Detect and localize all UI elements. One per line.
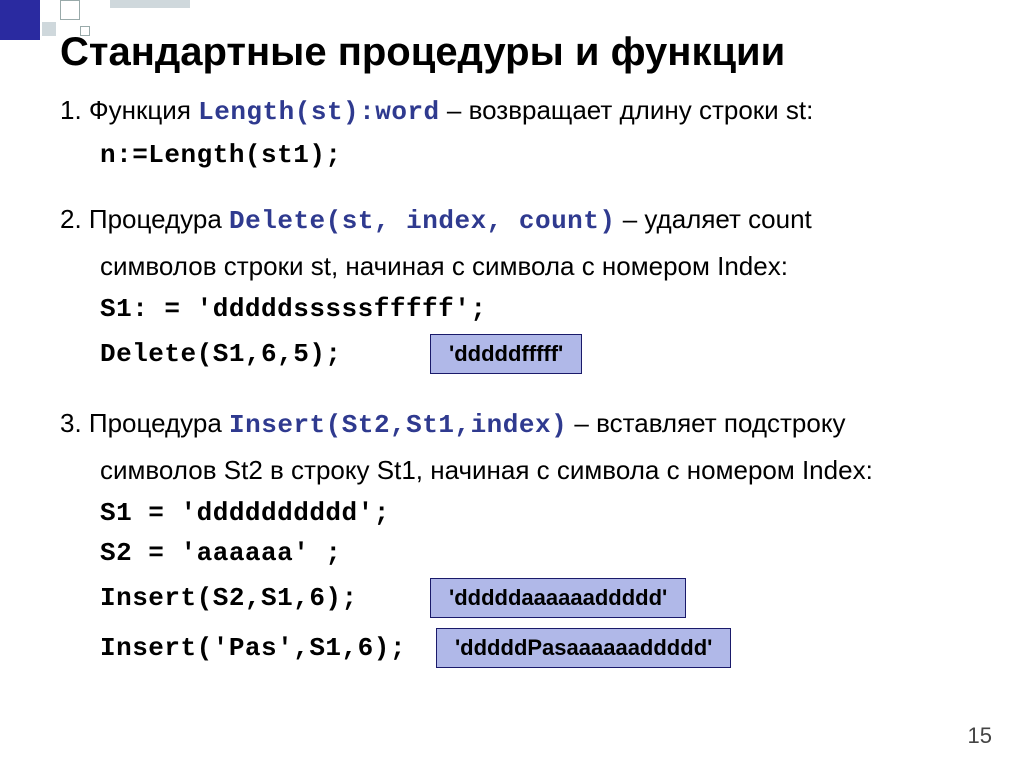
slide-content: Стандартные процедуры и функции 1. Функц…: [60, 30, 984, 737]
item-2-line2: символов строки st, начиная с символа с …: [100, 249, 984, 284]
item-3-result-box-1: 'dddddaaaaaaddddd': [430, 578, 686, 618]
item-1-prefix: 1. Функция: [60, 95, 198, 125]
item-3-code: Insert(St2,St1,index): [229, 410, 567, 440]
item-3-result-box-2: 'dddddPasaaaaaaddddd': [436, 628, 731, 668]
item-3-text: 3. Процедура Insert(St2,St1,index) – вст…: [60, 406, 984, 443]
item-3-example-4: Insert('Pas',S1,6);: [100, 633, 406, 663]
item-2-example-2: Delete(S1,6,5);: [100, 339, 400, 369]
item-1-suffix: – возвращает длину строки st:: [440, 95, 814, 125]
item-1-text: 1. Функция Length(st):word – возвращает …: [60, 93, 984, 130]
item-2-prefix: 2. Процедура: [60, 204, 229, 234]
item-2-suffix: – удаляет count: [616, 204, 812, 234]
slide-title: Стандартные процедуры и функции: [60, 30, 984, 75]
item-2-text: 2. Процедура Delete(st, index, count) – …: [60, 202, 984, 239]
item-3-prefix: 3. Процедура: [60, 408, 229, 438]
slide-number: 15: [968, 723, 992, 749]
item-2-result-box: 'dddddfffff': [430, 334, 582, 374]
item-3-line2: символов St2 в строку St1, начиная с сим…: [100, 453, 984, 488]
item-3-suffix: – вставляет подстроку: [567, 408, 845, 438]
item-3-example-2: S2 = 'aaaaaa' ;: [100, 538, 984, 568]
item-3-example-1: S1 = 'dddddddddd';: [100, 498, 984, 528]
item-1-code: Length(st):word: [198, 97, 440, 127]
item-2-code: Delete(st, index, count): [229, 206, 615, 236]
item-3-example-3: Insert(S2,S1,6);: [100, 583, 400, 613]
item-1-example: n:=Length(st1);: [100, 140, 984, 170]
item-2-example-1: S1: = 'dddddsssssfffff';: [100, 294, 984, 324]
